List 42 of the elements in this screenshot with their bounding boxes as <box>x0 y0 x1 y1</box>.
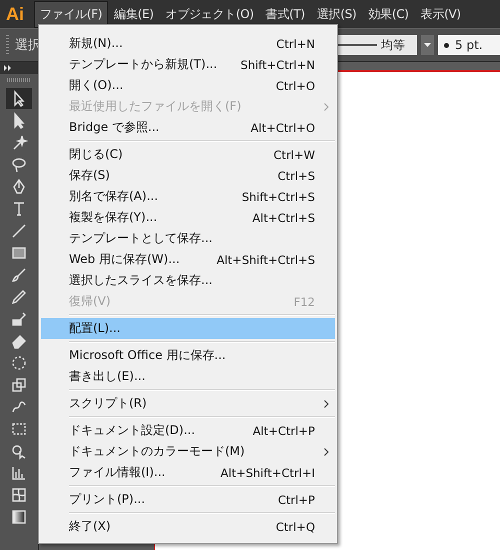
menu-item[interactable]: 複製を保存(Y)... Alt+Ctrl+S <box>41 207 335 228</box>
caret-icon <box>424 43 431 47</box>
stroke-line-icon <box>337 43 377 47</box>
mesh-icon[interactable] <box>10 486 28 504</box>
scale-icon[interactable] <box>10 376 28 394</box>
dropdown-button[interactable] <box>421 35 434 55</box>
paintbrush-icon[interactable] <box>10 266 28 284</box>
menu-title[interactable]: 書式(T) <box>260 0 311 28</box>
line-icon[interactable] <box>10 222 28 240</box>
menu-item[interactable]: Microsoft Office 用に保存... <box>41 345 335 366</box>
menu-item[interactable]: 終了(X) Ctrl+Q <box>41 516 335 537</box>
menu-title[interactable]: 選択(S) <box>310 0 362 28</box>
menu-item[interactable]: 配置(L)... <box>41 318 335 339</box>
menu-title[interactable]: 表示(V) <box>414 0 467 28</box>
menu-title[interactable]: オブジェクト(O) <box>160 0 260 28</box>
menu-item[interactable]: 開く(O)... Ctrl+O <box>41 75 335 96</box>
menu-item[interactable]: 保存(S) Ctrl+S <box>41 165 335 186</box>
gradient-icon[interactable] <box>10 508 28 526</box>
menu-item[interactable]: ファイル情報(I)... Alt+Shift+Ctrl+I <box>41 462 335 483</box>
pencil-icon[interactable] <box>10 288 28 306</box>
app-logo: Ai <box>6 4 25 24</box>
menu-item[interactable]: スクリプト(R) <box>41 393 335 414</box>
menu-item[interactable]: 別名で保存(A)... Shift+Ctrl+S <box>41 186 335 207</box>
rotate-icon[interactable] <box>10 354 28 372</box>
menu-item[interactable]: 新規(N)... Ctrl+N <box>41 33 335 54</box>
menu-item[interactable]: テンプレートから新規(T)... Shift+Ctrl+N <box>41 54 335 75</box>
menu-item[interactable]: プリント(P)... Ctrl+P <box>41 489 335 510</box>
brush-size-field[interactable]: 5 pt. <box>438 35 500 55</box>
lasso-icon[interactable] <box>10 156 28 174</box>
menu-item[interactable]: 閉じる(C) Ctrl+W <box>41 144 335 165</box>
menu-item[interactable]: 書き出し(E)... <box>41 366 335 387</box>
menu-item[interactable]: 選択したスライスを保存... <box>41 270 335 291</box>
menu-item[interactable]: Bridge で参照... Alt+Ctrl+O <box>41 117 335 138</box>
menu-title[interactable]: ファイル(F) <box>34 0 108 28</box>
menu-item[interactable]: ドキュメント設定(D)... Alt+Ctrl+P <box>41 420 335 441</box>
menu-item[interactable]: Web 用に保存(W)... Alt+Shift+Ctrl+S <box>41 249 335 270</box>
menu-title[interactable]: 効果(C) <box>362 0 415 28</box>
menu-item[interactable]: テンプレートとして保存... <box>41 228 335 249</box>
dot-icon <box>444 42 449 48</box>
menu-title[interactable]: 編集(E) <box>108 0 160 28</box>
menu-item[interactable]: ドキュメントのカラーモード(M) <box>41 441 335 462</box>
double-arrow-icon[interactable] <box>4 65 12 71</box>
